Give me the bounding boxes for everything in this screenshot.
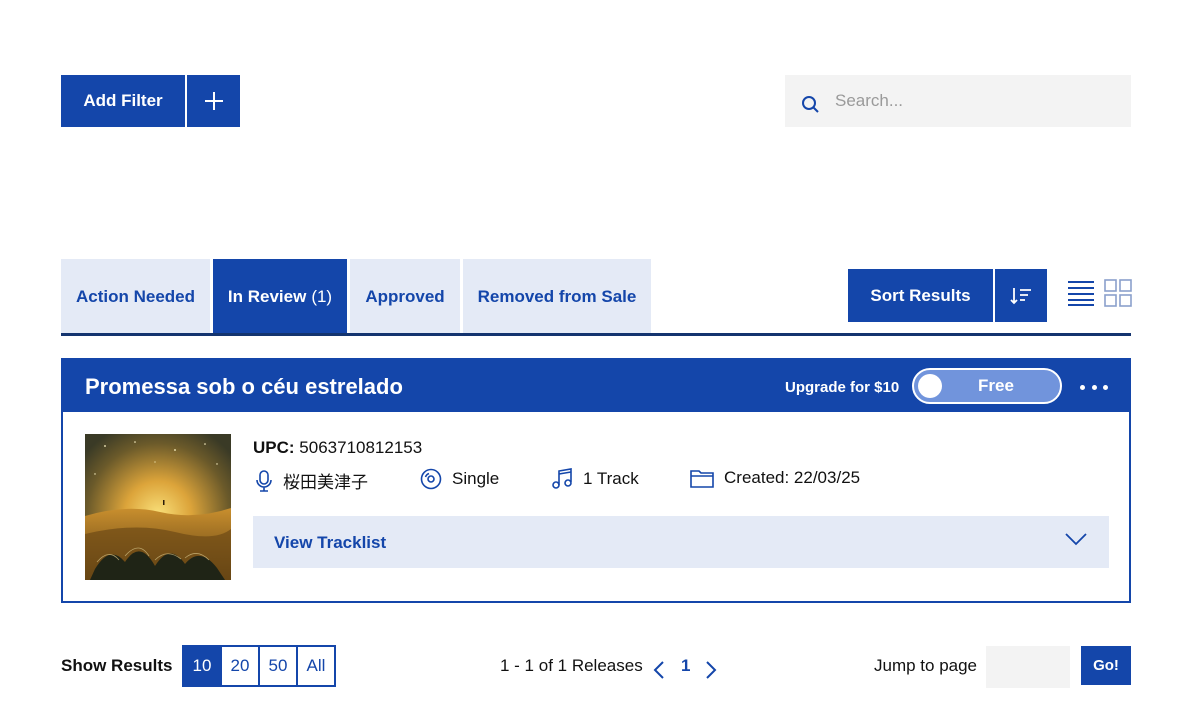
toggle-knob xyxy=(918,374,942,398)
search-input[interactable] xyxy=(835,90,1115,111)
add-filter-button[interactable]: Add Filter xyxy=(61,75,185,127)
upgrade-label: Upgrade for $10 xyxy=(785,379,900,396)
chevron-down-icon xyxy=(1065,532,1087,551)
disc-icon xyxy=(420,468,442,490)
results-range: 1 - 1 of 1 Releases xyxy=(500,656,643,675)
current-page-number[interactable]: 1 xyxy=(681,656,690,676)
sort-direction-button[interactable] xyxy=(995,269,1047,322)
view-tracklist-toggle[interactable]: View Tracklist xyxy=(253,516,1109,568)
release-title[interactable]: Promessa sob o céu estrelado xyxy=(85,374,403,400)
view-tracklist-label: View Tracklist xyxy=(274,533,387,552)
tab-label: Approved xyxy=(365,287,445,306)
track-count-meta: 1 Track xyxy=(551,468,639,490)
jump-to-page-label: Jump to page xyxy=(874,656,978,675)
add-filter-plus-button[interactable] xyxy=(187,75,240,127)
microphone-icon xyxy=(255,469,273,492)
plan-toggle[interactable]: Free xyxy=(912,368,1062,404)
sort-results-button[interactable]: Sort Results xyxy=(848,269,993,322)
chevron-left-icon[interactable] xyxy=(652,660,666,685)
tab-label: Removed from Sale xyxy=(477,287,637,306)
music-note-icon xyxy=(551,468,573,490)
tab-removed-from-sale[interactable]: Removed from Sale xyxy=(463,259,651,335)
release-card-header: Promessa sob o céu estrelado Upgrade for… xyxy=(63,360,1129,412)
tab-label: Action Needed xyxy=(75,287,196,306)
plan-toggle-label: Free xyxy=(978,376,1014,395)
release-card: Promessa sob o céu estrelado Upgrade for… xyxy=(61,358,1131,603)
grid-view-icon[interactable] xyxy=(1104,279,1132,307)
list-view-icon[interactable] xyxy=(1067,279,1095,307)
tab-approved[interactable]: Approved xyxy=(350,259,460,335)
artist-meta: 桜田美津子 xyxy=(255,468,368,493)
tab-count: (1) xyxy=(311,287,333,306)
jump-to-page-input[interactable] xyxy=(986,646,1070,688)
go-button[interactable]: Go! xyxy=(1081,646,1131,685)
tab-action-needed[interactable]: Action Needed xyxy=(61,259,210,335)
tab-in-review[interactable]: In Review (1) xyxy=(213,259,347,335)
status-tabs: Action Needed In Review (1) Approved Rem… xyxy=(61,259,654,335)
tab-label: In Review xyxy=(227,287,307,306)
folder-icon xyxy=(690,468,714,488)
release-artwork xyxy=(85,434,231,580)
page-size-all[interactable]: All xyxy=(296,645,336,687)
page-size-20[interactable]: 20 xyxy=(220,645,260,687)
more-options-icon[interactable] xyxy=(1080,376,1108,398)
release-type-meta: Single xyxy=(420,468,499,490)
show-results-label: Show Results xyxy=(61,656,173,675)
plus-icon xyxy=(204,92,223,110)
upc-value: 5063710812153 xyxy=(299,438,423,457)
tabs-underline xyxy=(61,333,1131,336)
artist-name: 桜田美津子 xyxy=(283,473,368,492)
add-filter-group: Add Filter xyxy=(61,75,240,127)
page-size-50[interactable]: 50 xyxy=(258,645,298,687)
created-meta: Created: 22/03/25 xyxy=(690,468,860,488)
created-date: Created: 22/03/25 xyxy=(724,468,861,487)
page-size-selector: 10 20 50 All xyxy=(182,645,336,687)
upc-line: UPC: 5063710812153 xyxy=(253,438,422,458)
search-icon[interactable] xyxy=(785,87,837,115)
release-type: Single xyxy=(452,469,500,488)
search-box xyxy=(785,75,1131,127)
sort-direction-icon xyxy=(1010,287,1031,304)
page-size-10[interactable]: 10 xyxy=(182,645,222,687)
track-count: 1 Track xyxy=(583,469,639,488)
chevron-right-icon[interactable] xyxy=(704,660,718,685)
upc-label: UPC: xyxy=(253,438,295,457)
